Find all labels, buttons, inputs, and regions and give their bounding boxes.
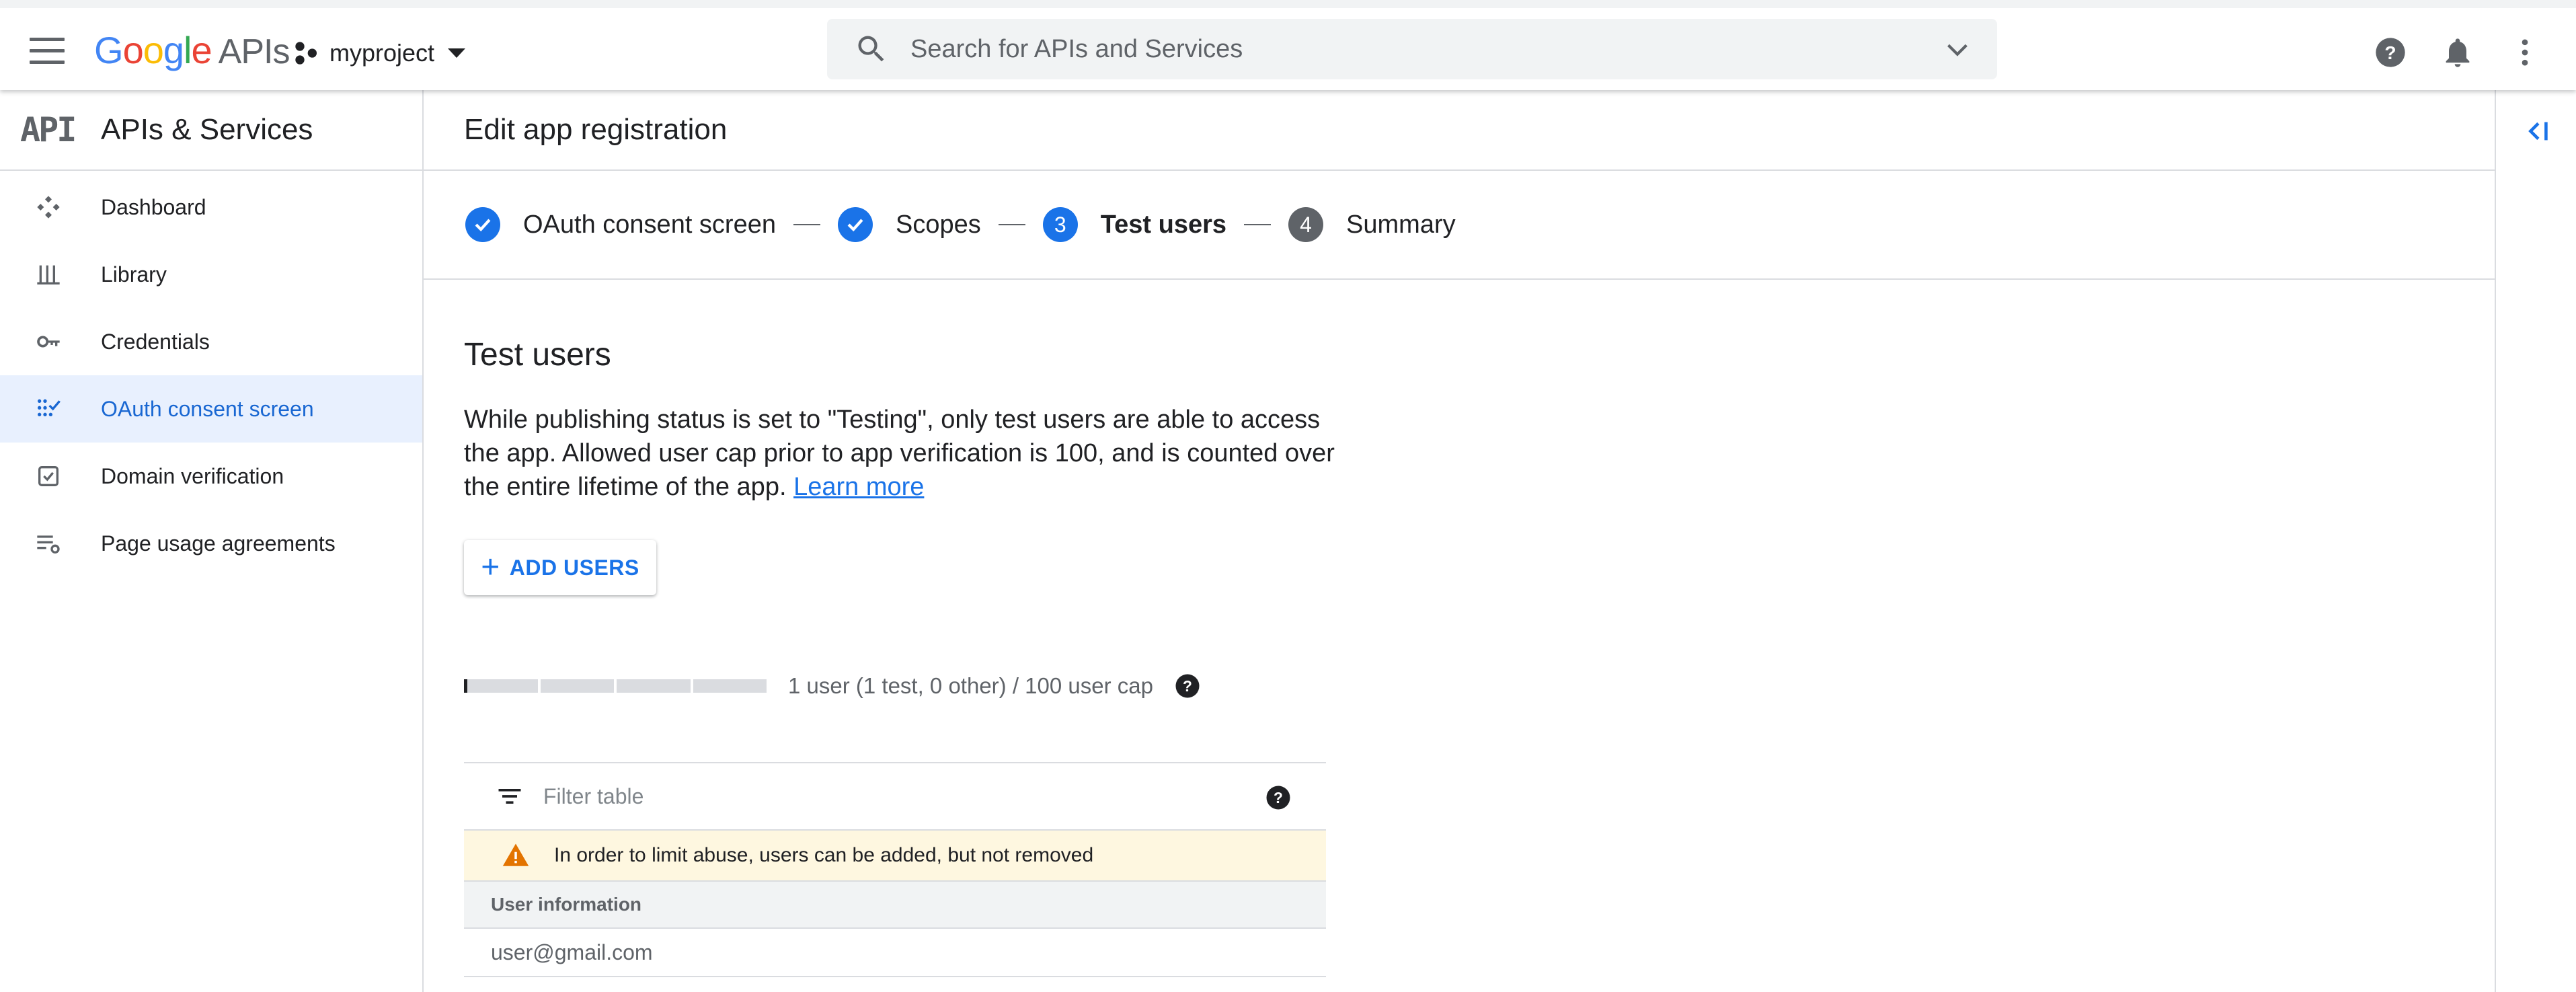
table-header: User information — [464, 882, 1326, 929]
sidebar-item-domain-verification[interactable]: Domain verification — [0, 443, 422, 510]
more-vert-icon[interactable] — [2507, 35, 2542, 70]
user-cap-text: 1 user (1 test, 0 other) / 100 user cap — [788, 673, 1153, 698]
project-icon — [295, 42, 317, 65]
filter-icon — [498, 789, 521, 804]
main-content: Edit app registration OAuth consent scre… — [424, 90, 2495, 992]
sidebar-item-label: Dashboard — [101, 194, 206, 219]
search-input[interactable] — [910, 34, 1885, 64]
svg-text:?: ? — [1183, 677, 1192, 695]
filter-input[interactable]: Filter table — [543, 784, 643, 809]
collapse-panel-icon[interactable] — [2522, 116, 2552, 147]
add-users-button[interactable]: + ADD USERS — [464, 540, 656, 595]
project-selector[interactable]: myproject — [293, 39, 466, 67]
oauth-icon — [34, 394, 63, 424]
sidebar-item-label: Library — [101, 262, 167, 287]
step-label: Summary — [1346, 210, 1456, 239]
step-number: 3 — [1042, 207, 1078, 242]
svg-text:?: ? — [1274, 789, 1283, 806]
user-cap-meter: 1 user (1 test, 0 other) / 100 user cap … — [464, 672, 2495, 700]
settings-list-icon — [34, 529, 63, 558]
api-logo-icon: API — [20, 110, 77, 149]
test-users-table: Filter table ? In order to limit abuse, … — [464, 762, 1326, 977]
top-app-bar: Google APIs myproject ? — [0, 0, 2576, 90]
step-separator — [1244, 224, 1272, 225]
help-icon[interactable]: ? — [1173, 672, 1202, 700]
help-icon[interactable]: ? — [1264, 784, 1292, 812]
check-circle-icon — [838, 207, 873, 242]
svg-text:?: ? — [2384, 42, 2396, 63]
warning-icon — [502, 843, 529, 866]
left-nav: API APIs & Services Dashboard Library Cr… — [0, 90, 424, 992]
step-oauth-consent-screen[interactable]: OAuth consent screen — [465, 207, 776, 242]
step-number: 4 — [1288, 207, 1324, 242]
filter-row[interactable]: Filter table ? — [464, 763, 1326, 831]
project-name: myproject — [329, 39, 435, 67]
learn-more-link[interactable]: Learn more — [793, 473, 924, 501]
step-label: OAuth consent screen — [523, 210, 776, 239]
google-apis-logo[interactable]: Google APIs — [94, 28, 290, 72]
step-scopes[interactable]: Scopes — [838, 207, 981, 242]
description: While publishing status is set to "Testi… — [464, 403, 1338, 504]
warning-text: In order to limit abuse, users can be ad… — [554, 844, 1094, 866]
sidebar-item-label: Page usage agreements — [101, 531, 336, 556]
sidebar-item-label: Credentials — [101, 329, 210, 354]
help-icon[interactable]: ? — [2373, 35, 2408, 70]
library-icon — [34, 260, 63, 289]
plus-icon: + — [481, 549, 500, 585]
step-separator — [793, 224, 820, 225]
step-summary[interactable]: 4 Summary — [1288, 207, 1456, 242]
sidebar-item-credentials[interactable]: Credentials — [0, 308, 422, 375]
sidebar-item-library[interactable]: Library — [0, 241, 422, 308]
table-row: user@gmail.com — [464, 929, 1326, 977]
sidebar-header: API APIs & Services — [0, 90, 422, 171]
check-circle-icon — [465, 207, 500, 242]
sidebar-title: APIs & Services — [101, 113, 313, 146]
step-label: Scopes — [896, 210, 981, 239]
step-label: Test users — [1100, 210, 1227, 239]
warning-banner: In order to limit abuse, users can be ad… — [464, 831, 1326, 882]
main-menu-icon[interactable] — [30, 38, 65, 65]
caret-down-icon — [448, 48, 466, 58]
stepper: OAuth consent screen Scopes 3 Test users… — [424, 171, 2495, 280]
dashboard-icon — [34, 192, 63, 222]
checkbox-icon — [34, 461, 63, 491]
chevron-down-icon[interactable] — [1942, 34, 1973, 65]
key-icon — [34, 327, 63, 356]
right-side-panel — [2495, 90, 2576, 992]
user-cap-bar — [464, 679, 767, 693]
sidebar-item-dashboard[interactable]: Dashboard — [0, 174, 422, 241]
user-cap-bar-fill — [464, 679, 467, 693]
sidebar-item-page-usage-agreements[interactable]: Page usage agreements — [0, 510, 422, 577]
section-title: Test users — [464, 337, 611, 373]
page-title: Edit app registration — [424, 90, 2495, 171]
search-icon[interactable] — [854, 32, 889, 67]
step-separator — [998, 224, 1025, 225]
sidebar-item-label: Domain verification — [101, 463, 284, 488]
step-test-users[interactable]: 3 Test users — [1042, 207, 1227, 242]
sidebar-item-label: OAuth consent screen — [101, 396, 314, 421]
notifications-icon[interactable] — [2440, 35, 2475, 70]
sidebar-item-oauth-consent-screen[interactable]: OAuth consent screen — [0, 375, 422, 443]
add-users-label: ADD USERS — [509, 555, 639, 580]
search-bar[interactable] — [827, 19, 1997, 79]
